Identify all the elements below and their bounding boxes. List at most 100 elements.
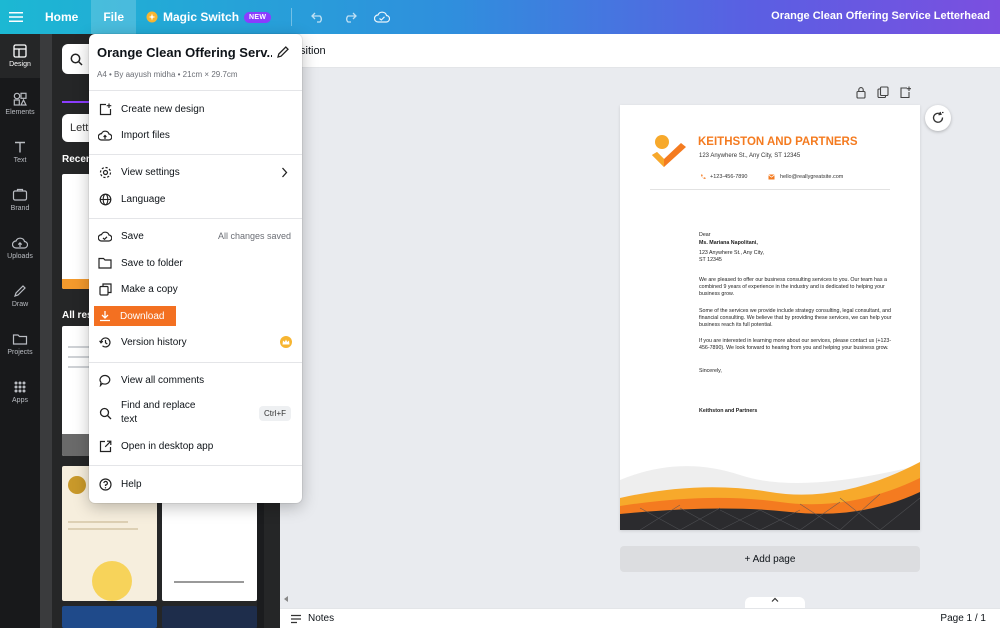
lock-icon[interactable] (855, 86, 867, 99)
menu-label: Import files (121, 129, 170, 141)
rail-item-projects[interactable]: Projects (0, 322, 40, 366)
upload-cloud-icon (98, 130, 112, 141)
phone-icon (701, 174, 706, 179)
rail-item-text[interactable]: Text (0, 130, 40, 174)
menu-divider (89, 154, 302, 155)
download-item[interactable]: Download (94, 306, 176, 326)
menu-label: Save to folder (121, 257, 183, 269)
import-files-item[interactable]: Import files (89, 127, 302, 143)
menu-label: Version history (121, 336, 187, 348)
new-badge: NEW (244, 11, 272, 23)
add-page-icon[interactable] (899, 86, 911, 99)
pencil-icon[interactable] (276, 45, 290, 59)
file-menu-button[interactable]: File (91, 0, 137, 34)
page-count[interactable]: Page 1 / 1 (940, 613, 986, 624)
menu-label: Help (121, 478, 142, 490)
rail-item-draw[interactable]: Draw (0, 274, 40, 318)
refresh-button[interactable] (925, 105, 951, 131)
design-icon (13, 44, 27, 58)
menu-label: Download (120, 310, 165, 322)
version-history-item[interactable]: Version history (89, 334, 302, 350)
copy-icon (98, 282, 112, 296)
language-item[interactable]: Language (89, 191, 302, 207)
rail-item-uploads[interactable]: Uploads (0, 226, 40, 270)
rail-label: Elements (5, 109, 35, 116)
rail-label: Text (13, 157, 27, 164)
rail-label: Draw (11, 301, 29, 308)
recipient-address-line2: ST 12345 (699, 257, 722, 263)
make-copy-item[interactable]: Make a copy (89, 281, 302, 297)
recipient-name: Ms. Mariana Napolitani, (699, 240, 758, 246)
cloud-saved-icon[interactable] (366, 0, 398, 34)
rail-label: Brand (10, 205, 30, 212)
recent-heading: Recen (62, 154, 93, 165)
magic-switch-button[interactable]: Magic Switch NEW (136, 10, 281, 24)
add-page-button[interactable]: + Add page (620, 546, 920, 572)
divider (291, 8, 293, 26)
letterhead-page[interactable]: KEITHSTON AND PARTNERS 123 Anywhere St.,… (620, 105, 920, 530)
signature: Keithston and Partners (699, 408, 758, 414)
editor-toolbar: sition (280, 34, 1000, 68)
home-button[interactable]: Home (32, 0, 91, 34)
magic-switch-icon (146, 11, 158, 23)
help-icon (98, 477, 112, 491)
draw-icon (14, 285, 26, 297)
rail-item-elements[interactable]: Elements (0, 82, 40, 126)
company-logo (652, 135, 686, 167)
menu-label: Language (121, 193, 166, 205)
duplicate-page-icon[interactable] (877, 86, 889, 99)
brand-icon (12, 188, 28, 201)
search-icon (70, 53, 83, 66)
redo-icon[interactable] (334, 0, 366, 34)
save-to-folder-item[interactable]: Save to folder (89, 255, 302, 271)
recent-template-thumbnail[interactable] (62, 174, 90, 289)
all-results-heading: All res (62, 310, 93, 321)
history-icon (98, 336, 111, 348)
letter-paragraph: Some of the services we provide include … (699, 308, 892, 329)
help-item[interactable]: Help (89, 476, 302, 492)
open-desktop-item[interactable]: Open in desktop app (89, 438, 302, 454)
menu-icon[interactable] (0, 0, 32, 34)
undo-icon[interactable] (302, 0, 334, 34)
menu-label: Make a copy (121, 283, 178, 295)
scroll-left-icon[interactable] (284, 596, 289, 602)
position-button[interactable]: sition (300, 45, 326, 57)
rail-label: Uploads (7, 253, 33, 260)
rail-item-brand[interactable]: Brand (0, 178, 40, 222)
apps-icon (14, 381, 26, 393)
menu-label: Create new design (121, 103, 205, 115)
magic-switch-label: Magic Switch (163, 10, 240, 24)
menu-divider (89, 90, 302, 91)
elements-icon (13, 92, 27, 106)
folder-icon (98, 257, 112, 269)
notes-icon (291, 614, 301, 623)
letter-paragraph: If you are interested in learning more a… (699, 338, 892, 352)
view-comments-item[interactable]: View all comments (89, 372, 302, 388)
cloud-check-icon (98, 231, 112, 242)
comment-icon (98, 374, 110, 387)
find-replace-item[interactable]: Find and replace text Ctrl+F (89, 398, 302, 428)
file-menu: Orange Clean Offering Serv... A4 • By aa… (89, 34, 302, 503)
rail-item-design[interactable]: Design (0, 34, 40, 78)
view-settings-item[interactable]: View settings (89, 164, 302, 180)
save-item[interactable]: Save All changes saved (89, 228, 302, 244)
create-new-design-item[interactable]: Create new design (89, 101, 302, 117)
horizontal-scrollbar[interactable] (280, 594, 1000, 604)
notes-button[interactable]: Notes (290, 613, 334, 624)
letter-paragraph: We are pleased to offer our business con… (699, 277, 887, 298)
refresh-icon (932, 111, 944, 123)
document-title[interactable]: Orange Clean Offering Service Letterhead (771, 10, 990, 22)
template-thumbnail[interactable] (62, 606, 157, 628)
projects-icon (12, 334, 28, 345)
chevron-up-icon (771, 597, 779, 602)
header-divider (650, 189, 890, 190)
template-thumbnail[interactable] (162, 606, 257, 628)
top-bar: Home File Magic Switch NEW Orange Clean … (0, 0, 1000, 34)
footer-wave-graphic (620, 462, 920, 530)
globe-icon (99, 193, 111, 205)
rail-item-apps[interactable]: Apps (0, 370, 40, 414)
editor-footer: Notes Page 1 / 1 (280, 608, 1000, 628)
gear-icon (99, 166, 111, 178)
company-address: 123 Anywhere St., Any City, ST 12345 (699, 153, 801, 159)
design-title[interactable]: Orange Clean Offering Serv... (97, 45, 272, 60)
